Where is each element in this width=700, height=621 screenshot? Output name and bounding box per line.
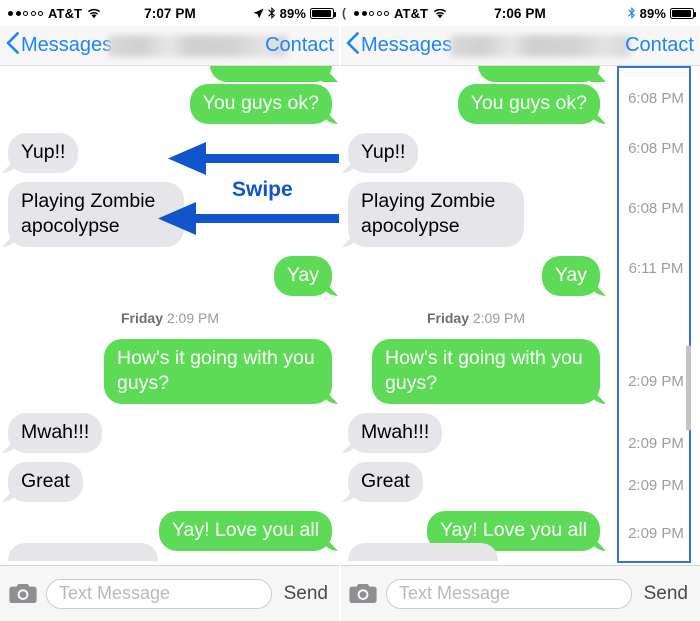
- clipped-bottom-bubble: [0, 543, 340, 561]
- back-to-messages-button[interactable]: Messages: [340, 31, 453, 60]
- timestamp-column-highlight: 6:08 PM 6:08 PM 6:08 PM 6:11 PM 2:09 PM …: [617, 66, 691, 563]
- day-label: Friday: [120, 310, 163, 326]
- camera-icon[interactable]: [348, 582, 378, 606]
- message-bubble-incoming[interactable]: Playing Zombie apocolypse: [348, 182, 524, 247]
- panel-divider: [339, 0, 341, 621]
- clipped-top-bubble: [0, 66, 340, 82]
- message-row[interactable]: Yay: [0, 256, 340, 296]
- message-input-right[interactable]: Text Message: [386, 578, 632, 609]
- screenshot-root: AT&T 7:07 PM 89% Messages Contact You gu…: [0, 0, 700, 621]
- nav-bar-left: Messages Contact: [0, 26, 340, 66]
- chevron-left-icon: [346, 31, 359, 60]
- nav-bar-right: Messages Contact: [340, 26, 700, 66]
- message-row[interactable]: Mwah!!!: [0, 413, 340, 453]
- message-bubble-incoming[interactable]: Playing Zombie apocolypse: [8, 182, 184, 247]
- message-bubble-outgoing[interactable]: How's it going with you guys?: [372, 339, 600, 404]
- message-input-placeholder: Text Message: [399, 583, 511, 603]
- message-timestamp: 6:08 PM: [628, 90, 684, 107]
- message-bubble-incoming[interactable]: Yup!!: [8, 133, 79, 173]
- message-timestamp: 6:08 PM: [628, 140, 684, 157]
- day-time-label: 2:09 PM: [472, 310, 526, 326]
- message-timestamp: 2:09 PM: [628, 435, 684, 452]
- contact-button[interactable]: Contact: [265, 34, 334, 57]
- message-bubble-outgoing[interactable]: How's it going with you guys?: [104, 339, 332, 404]
- day-time-label: 2:09 PM: [166, 310, 220, 326]
- chevron-left-icon: [6, 31, 19, 60]
- message-bubble-outgoing[interactable]: You guys ok?: [457, 84, 600, 124]
- send-button[interactable]: Send: [280, 583, 332, 605]
- message-list-left[interactable]: You guys ok? Yup!! Playing Zombie apocol…: [0, 66, 340, 561]
- message-bubble-incoming[interactable]: Mwah!!!: [8, 413, 103, 453]
- back-label: Messages: [361, 34, 453, 56]
- day-timestamp: Friday 2:09 PM: [0, 310, 340, 326]
- message-timestamp: 2:09 PM: [628, 525, 684, 542]
- battery-percent-label: 89%: [279, 5, 306, 21]
- message-bubble-outgoing[interactable]: You guys ok?: [189, 84, 332, 124]
- compose-toolbar-right: Text Message Send: [340, 565, 700, 621]
- message-timestamp: 2:09 PM: [628, 477, 684, 494]
- message-bubble-outgoing[interactable]: Yay: [541, 256, 600, 296]
- message-row[interactable]: Yup!!: [0, 133, 340, 173]
- left-panel: AT&T 7:07 PM 89% Messages Contact You gu…: [0, 0, 340, 621]
- status-bar-left: AT&T 7:07 PM 89%: [0, 0, 340, 26]
- location-arrow-icon: [253, 8, 264, 19]
- message-timestamp: 6:11 PM: [628, 260, 684, 277]
- right-panel: ( AT&T 7:06 PM 89% Messages Contact You …: [340, 0, 700, 621]
- contact-button[interactable]: Contact: [625, 34, 694, 57]
- message-bubble-outgoing[interactable]: Yay: [273, 256, 332, 296]
- message-input-left[interactable]: Text Message: [46, 578, 272, 609]
- day-label: Friday: [426, 310, 469, 326]
- compose-toolbar-left: Text Message Send: [0, 565, 340, 621]
- message-row[interactable]: You guys ok?: [0, 84, 340, 124]
- scrollbar-thumb[interactable]: [686, 345, 691, 431]
- send-button[interactable]: Send: [640, 583, 692, 605]
- message-timestamp: 6:08 PM: [628, 200, 684, 217]
- status-bar-right-group: 89%: [253, 5, 336, 21]
- back-to-messages-button[interactable]: Messages: [0, 31, 113, 60]
- battery-icon: [670, 7, 696, 19]
- message-bubble-incoming[interactable]: Great: [8, 462, 83, 502]
- status-bar-right: ( AT&T 7:06 PM 89%: [340, 0, 700, 26]
- message-bubble-incoming[interactable]: Yup!!: [348, 133, 419, 173]
- contact-name-redacted: [450, 34, 630, 57]
- contact-name-redacted: [108, 34, 288, 57]
- back-label: Messages: [21, 34, 113, 56]
- message-input-placeholder: Text Message: [59, 583, 171, 603]
- message-row[interactable]: How's it going with you guys?: [0, 339, 340, 404]
- battery-percent-label: 89%: [639, 5, 666, 21]
- status-bar-right-group: 89%: [627, 5, 696, 21]
- message-row[interactable]: Playing Zombie apocolypse: [0, 182, 340, 247]
- bluetooth-icon: [267, 7, 276, 19]
- bluetooth-icon: [627, 7, 636, 19]
- message-bubble-incoming[interactable]: Mwah!!!: [348, 413, 443, 453]
- message-bubble-incoming[interactable]: Great: [348, 462, 423, 502]
- message-row[interactable]: Great: [0, 462, 340, 502]
- camera-icon[interactable]: [8, 582, 38, 606]
- battery-icon: [310, 7, 336, 19]
- message-timestamp: 2:09 PM: [628, 373, 684, 390]
